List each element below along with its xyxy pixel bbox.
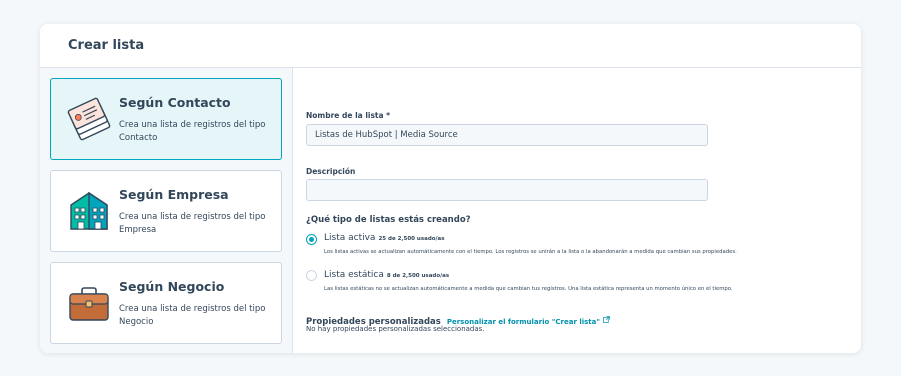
- active-list-radio[interactable]: [306, 234, 317, 245]
- option-title: Según Empresa: [119, 187, 229, 202]
- object-type-panel: Según Contacto Crea una lista de registr…: [40, 68, 293, 353]
- static-list-label[interactable]: Lista estática 8 de 2,500 usado/as: [324, 270, 449, 280]
- list-name-label: Nombre de la lista *: [306, 111, 391, 120]
- dialog-header: Crear lista: [40, 24, 861, 68]
- no-custom-properties-text: No hay propiedades personalizadas selecc…: [306, 325, 485, 333]
- list-form: Nombre de la lista * Listas de HubSpot |…: [293, 68, 861, 353]
- option-title: Según Contacto: [119, 95, 231, 110]
- dialog-title: Crear lista: [68, 38, 145, 53]
- static-list-help: Las listas estáticas no se actualizan au…: [324, 286, 733, 292]
- active-list-count: 25 de 2,500 usado/as: [378, 236, 445, 242]
- option-title: Según Negocio: [119, 279, 225, 294]
- option-description: Crea una lista de registros del tipo Emp…: [119, 212, 266, 235]
- list-type-question: ¿Qué tipo de listas estás creando?: [306, 215, 471, 225]
- external-link-icon[interactable]: [603, 316, 610, 323]
- static-list-radio[interactable]: [306, 270, 317, 281]
- briefcase-icon: [69, 287, 109, 321]
- description-label: Descripción: [306, 167, 356, 176]
- active-list-text: Lista activa: [324, 233, 376, 243]
- option-contact[interactable]: Según Contacto Crea una lista de registr…: [50, 78, 282, 160]
- option-description: Crea una lista de registros del tipo Con…: [119, 120, 266, 143]
- active-list-label[interactable]: Lista activa 25 de 2,500 usado/as: [324, 233, 445, 243]
- company-building-icon: [70, 191, 108, 230]
- description-input[interactable]: [306, 179, 708, 201]
- create-list-dialog: Crear lista Según Contacto Crea una list…: [40, 24, 861, 353]
- static-list-count: 8 de 2,500 usado/as: [386, 273, 450, 279]
- option-company[interactable]: Según Empresa Crea una lista de registro…: [50, 170, 282, 252]
- option-deal[interactable]: Según Negocio Crea una lista de registro…: [50, 262, 282, 344]
- active-list-help: Los listas activas se actualizan automát…: [324, 249, 737, 255]
- option-description: Crea una lista de registros del tipo Neg…: [119, 304, 266, 327]
- list-name-input[interactable]: Listas de HubSpot | Media Source: [306, 124, 708, 146]
- contact-cards-icon: [67, 97, 111, 141]
- static-list-text: Lista estática: [324, 270, 384, 280]
